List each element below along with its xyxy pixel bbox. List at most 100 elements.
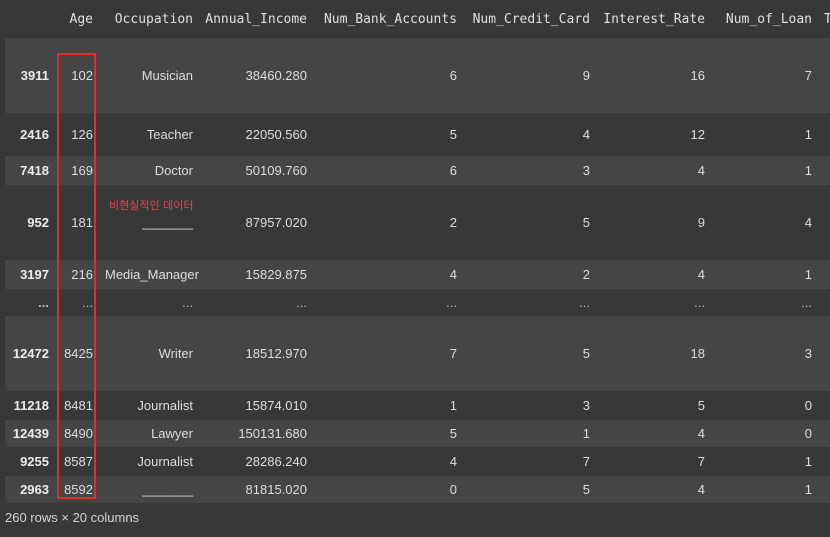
- type-cell: [818, 156, 830, 185]
- annotation-text: 비현실적인 데이터: [109, 199, 194, 212]
- num-credit-card-cell: 2: [463, 260, 596, 289]
- num-bank-accounts-cell: 7: [313, 316, 463, 391]
- table-row: 7418 169 Doctor 50109.760 6 3 4 1: [5, 156, 830, 185]
- num-bank-accounts-cell: 4: [313, 260, 463, 289]
- interest-rate-cell: 4: [596, 260, 711, 289]
- header-age: Age: [55, 0, 99, 38]
- age-cell: 8490: [55, 420, 99, 447]
- type-cell: [818, 391, 830, 420]
- annual-income-cell: 18512.970: [199, 316, 313, 391]
- num-bank-accounts-cell: 0: [313, 476, 463, 503]
- row-index: 2416: [5, 113, 55, 156]
- annual-income-cell: 150131.680: [199, 420, 313, 447]
- annual-income-cell: 87957.020: [199, 185, 313, 260]
- age-cell: 216: [55, 260, 99, 289]
- age-cell: 102: [55, 38, 99, 113]
- num-bank-accounts-cell: 5: [313, 113, 463, 156]
- num-bank-accounts-cell: 1: [313, 391, 463, 420]
- age-cell: 8587: [55, 447, 99, 476]
- num-credit-card-cell: 5: [463, 185, 596, 260]
- row-index: 952: [5, 185, 55, 260]
- num-of-loan-cell: 4: [711, 185, 818, 260]
- num-of-loan-cell: 1: [711, 156, 818, 185]
- num-of-loan-cell: 1: [711, 113, 818, 156]
- annual-income-cell: 15874.010: [199, 391, 313, 420]
- occupation-cell: Writer: [99, 316, 199, 391]
- interest-rate-cell: 5: [596, 391, 711, 420]
- table-row: 3911 102 Musician 38460.280 6 9 16 7: [5, 38, 830, 113]
- num-credit-card-cell: ...: [463, 289, 596, 316]
- occupation-cell: Doctor: [99, 156, 199, 185]
- table-row: 11218 8481 Journalist 15874.010 1 3 5 0: [5, 391, 830, 420]
- type-cell: l: [818, 476, 830, 503]
- num-of-loan-cell: ...: [711, 289, 818, 316]
- num-bank-accounts-cell: ...: [313, 289, 463, 316]
- num-of-loan-cell: 7: [711, 38, 818, 113]
- type-cell: l: [818, 447, 830, 476]
- interest-rate-cell: 7: [596, 447, 711, 476]
- num-of-loan-cell: 0: [711, 391, 818, 420]
- num-bank-accounts-cell: 4: [313, 447, 463, 476]
- occupation-cell: Media_Manager: [99, 260, 199, 289]
- row-index: 12472: [5, 316, 55, 391]
- type-cell: [818, 260, 830, 289]
- interest-rate-cell: 12: [596, 113, 711, 156]
- annual-income-cell: 81815.020: [199, 476, 313, 503]
- row-index: 3197: [5, 260, 55, 289]
- interest-rate-cell: 18: [596, 316, 711, 391]
- row-index: 2963: [5, 476, 55, 503]
- age-cell: 8592: [55, 476, 99, 503]
- header-annual-income: Annual_Income: [199, 0, 313, 38]
- num-bank-accounts-cell: 6: [313, 156, 463, 185]
- row-count-footer: 260 rows × 20 columns: [5, 510, 140, 525]
- header-interest-rate: Interest_Rate: [596, 0, 711, 38]
- occupation-cell: Lawyer: [99, 420, 199, 447]
- occupation-cell: _______: [99, 476, 199, 503]
- age-cell: 169: [55, 156, 99, 185]
- num-credit-card-cell: 5: [463, 476, 596, 503]
- num-credit-card-cell: 3: [463, 156, 596, 185]
- table-row: 92558587Journalist28286.2404771l: [5, 447, 830, 476]
- num-of-loan-cell: 3: [711, 316, 818, 391]
- annual-income-cell: 38460.280: [199, 38, 313, 113]
- header-num-of-loan: Num_of_Loan: [711, 0, 818, 38]
- num-of-loan-cell: 1: [711, 476, 818, 503]
- num-credit-card-cell: 4: [463, 113, 596, 156]
- row-index: 3911: [5, 38, 55, 113]
- num-credit-card-cell: 7: [463, 447, 596, 476]
- occupation-cell: Musician: [99, 38, 199, 113]
- annual-income-cell: ...: [199, 289, 313, 316]
- header-type-truncated: Ty: [818, 0, 830, 38]
- header-num-credit-card: Num_Credit_Card: [463, 0, 596, 38]
- row-index: 12439: [5, 420, 55, 447]
- type-cell: [818, 316, 830, 391]
- table-row: 12472 8425 Writer 18512.970 7 5 18 3: [5, 316, 830, 391]
- table-row: 3197 216 Media_Manager 15829.875 4 2 4 1: [5, 260, 830, 289]
- num-bank-accounts-cell: 6: [313, 38, 463, 113]
- row-index: 7418: [5, 156, 55, 185]
- type-cell: [818, 38, 830, 113]
- table-row: 2416 126 Teacher 22050.560 5 4 12 1: [5, 113, 830, 156]
- annual-income-cell: 22050.560: [199, 113, 313, 156]
- age-cell: 8481: [55, 391, 99, 420]
- num-credit-card-cell: 1: [463, 420, 596, 447]
- type-cell: [818, 289, 830, 316]
- interest-rate-cell: 4: [596, 420, 711, 447]
- age-cell: 8425: [55, 316, 99, 391]
- num-of-loan-cell: 1: [711, 447, 818, 476]
- occupation-cell: ...: [99, 289, 199, 316]
- num-of-loan-cell: 1: [711, 260, 818, 289]
- header-index: [5, 0, 55, 38]
- num-credit-card-cell: 9: [463, 38, 596, 113]
- num-of-loan-cell: 0: [711, 420, 818, 447]
- age-cell: 126: [55, 113, 99, 156]
- type-cell: [818, 420, 830, 447]
- annual-income-cell: 50109.760: [199, 156, 313, 185]
- header-num-bank-accounts: Num_Bank_Accounts: [313, 0, 463, 38]
- num-bank-accounts-cell: 5: [313, 420, 463, 447]
- row-index: 11218: [5, 391, 55, 420]
- age-cell: 181: [55, 185, 99, 260]
- table-row: 29638592_______81815.0200541l: [5, 476, 830, 503]
- header-occupation: Occupation: [99, 0, 199, 38]
- type-cell: [818, 185, 830, 260]
